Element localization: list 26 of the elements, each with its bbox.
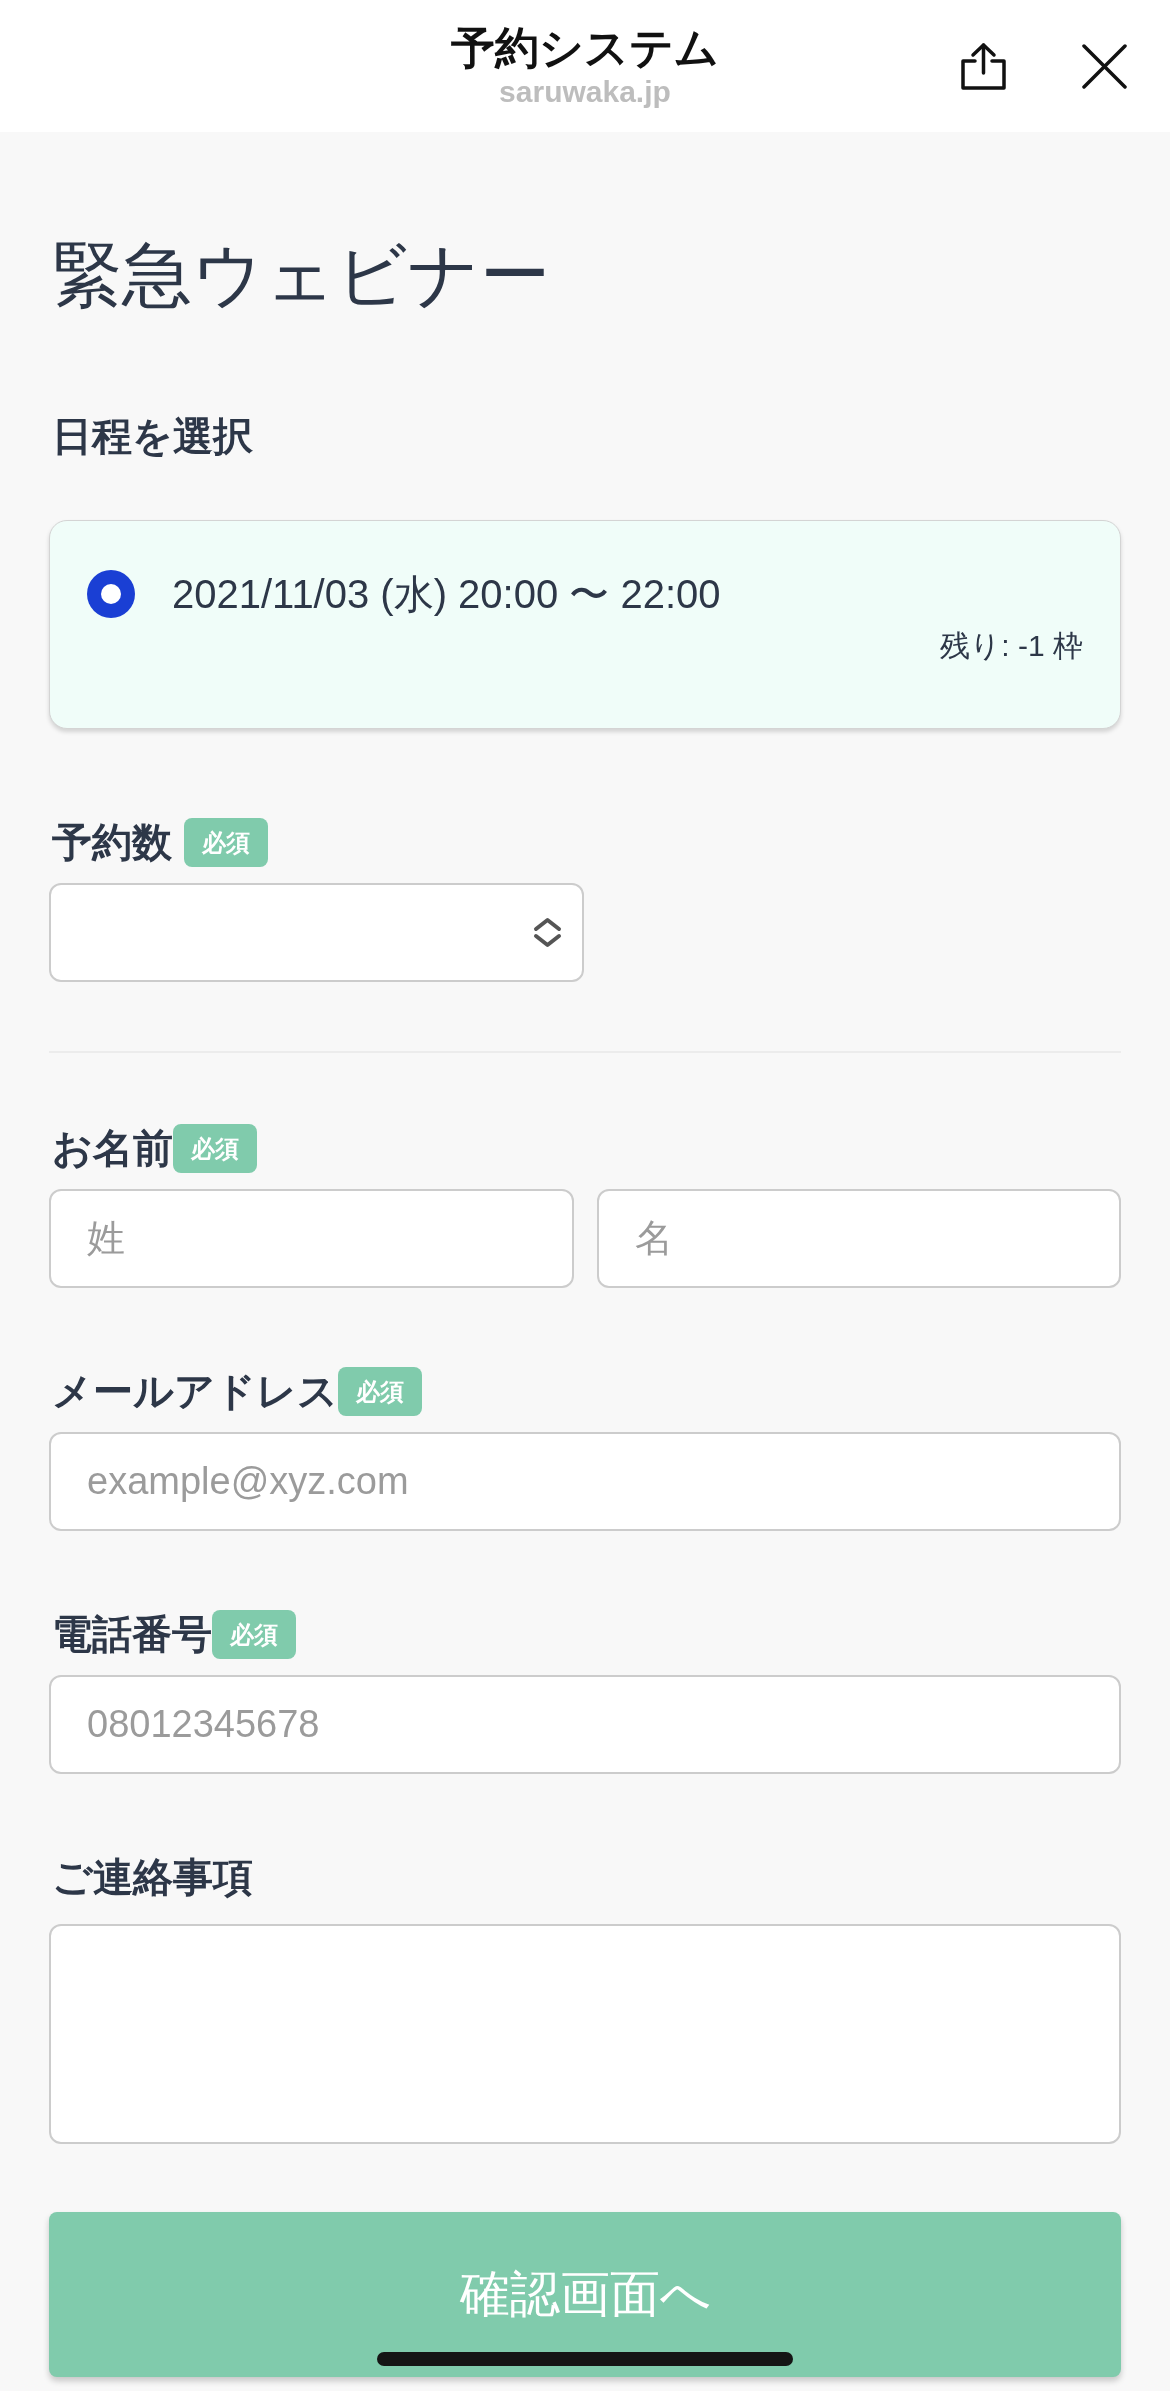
remaining-slots: 残り: -1 枠 bbox=[87, 626, 1083, 666]
site-url: saruwaka.jp bbox=[499, 74, 671, 110]
field-label: お名前 bbox=[51, 1125, 173, 1172]
text-input[interactable]: example@xyz.com bbox=[49, 1432, 1121, 1531]
up-down-chevron-icon bbox=[533, 917, 562, 948]
text-input[interactable]: 08012345678 bbox=[49, 1675, 1121, 1774]
field-label: メールアドレス bbox=[51, 1368, 338, 1415]
header-title: 予約システム bbox=[451, 22, 719, 74]
schedule-option[interactable]: 2021/11/03 (水) 20:00 〜 22:00 残り: -1 枠 bbox=[49, 520, 1121, 729]
page-title: 緊急ウェビナー bbox=[51, 235, 551, 316]
text-input[interactable]: 姓 bbox=[49, 1189, 574, 1288]
field-label: 電話番号 bbox=[51, 1611, 212, 1658]
required-badge: 必須 bbox=[212, 1610, 296, 1659]
required-badge: 必須 bbox=[184, 818, 268, 867]
field-label: 予約数 bbox=[51, 819, 172, 866]
schedule-datetime: 2021/11/03 (水) 20:00 〜 22:00 bbox=[172, 571, 721, 618]
section-label: 日程を選択 bbox=[51, 413, 254, 460]
text-input[interactable]: 名 bbox=[596, 1189, 1121, 1288]
required-badge: 必須 bbox=[173, 1124, 257, 1173]
required-badge: 必須 bbox=[338, 1367, 422, 1416]
share-icon[interactable] bbox=[960, 41, 1007, 91]
close-icon[interactable] bbox=[1082, 43, 1127, 89]
select-field[interactable] bbox=[49, 883, 584, 982]
field-label: ご連絡事項 bbox=[51, 1854, 253, 1901]
textarea-field[interactable] bbox=[49, 1924, 1121, 2144]
radio-button[interactable] bbox=[87, 570, 135, 618]
